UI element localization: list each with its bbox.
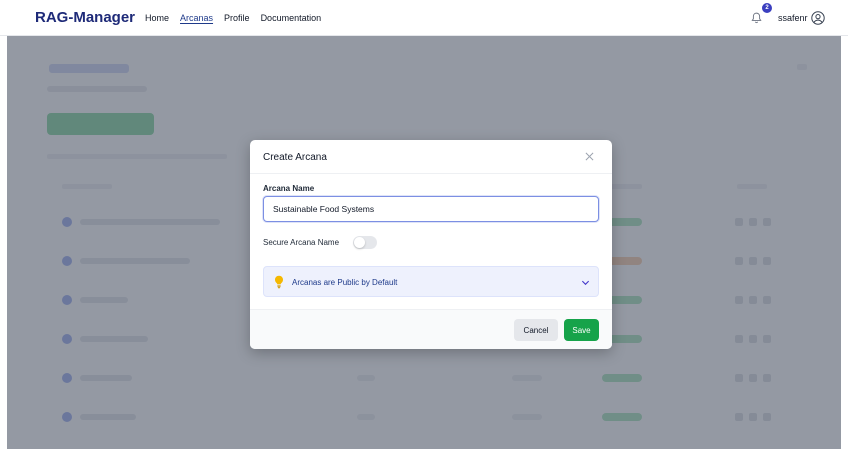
secure-arcana-name-label: Secure Arcana Name <box>263 238 340 247</box>
modal-footer: Cancel Save <box>250 309 612 349</box>
user-circle-icon[interactable] <box>811 11 825 25</box>
modal-header: Create Arcana <box>250 140 612 174</box>
lightbulb-icon <box>275 275 283 289</box>
modal-title: Create Arcana <box>263 152 327 163</box>
cancel-button[interactable]: Cancel <box>514 319 558 341</box>
arcana-name-input[interactable] <box>263 196 599 222</box>
nav-link-arcanas[interactable]: Arcanas <box>180 13 213 23</box>
save-button[interactable]: Save <box>564 319 599 341</box>
arcana-name-label: Arcana Name <box>263 184 315 193</box>
secure-arcana-name-toggle[interactable] <box>353 236 377 249</box>
notification-badge: 2 <box>762 3 772 13</box>
chevron-down-icon[interactable] <box>581 278 590 287</box>
public-info-accordion[interactable]: Arcanas are Public by Default <box>263 266 599 297</box>
public-info-title: Arcanas are Public by Default <box>292 278 398 287</box>
nav-link-profile[interactable]: Profile <box>224 13 250 23</box>
brand-logo[interactable]: RAG-Manager <box>35 9 135 26</box>
nav-links: Home Arcanas Profile Documentation <box>145 13 321 23</box>
top-navbar: RAG-Manager Home Arcanas Profile Documen… <box>0 0 848 36</box>
username[interactable]: ssafenr <box>778 13 808 23</box>
bell-icon[interactable] <box>751 12 762 24</box>
create-arcana-modal: Create Arcana Arcana Name Secure Arcana … <box>250 140 612 349</box>
nav-link-home[interactable]: Home <box>145 13 169 23</box>
toggle-knob <box>354 237 365 248</box>
close-icon[interactable] <box>585 152 594 161</box>
nav-link-documentation[interactable]: Documentation <box>261 13 322 23</box>
